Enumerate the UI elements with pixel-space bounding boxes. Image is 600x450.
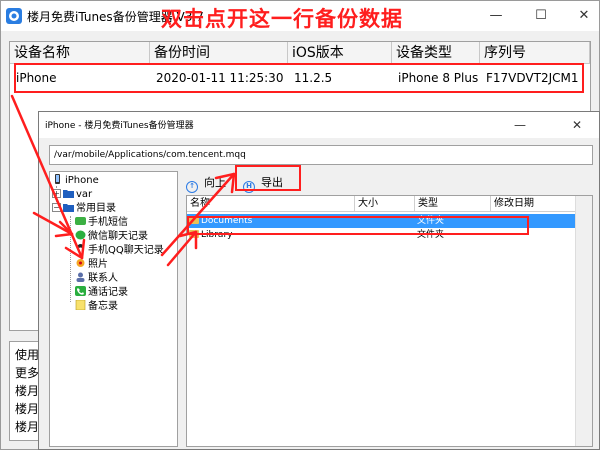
column-header-date[interactable]: 修改日期 [491,196,577,212]
dialog-minimize-button[interactable]: — [506,114,534,136]
tree-node-label: 联系人 [88,273,118,284]
file-list: 名称 大小 类型 修改日期 Documents 文件夹 Library 文件夹 [186,195,593,447]
app-icon [6,8,22,24]
folder-icon [63,190,74,198]
tree-node-label: 备忘录 [88,301,118,312]
tree-node-label: 常用目录 [76,203,116,214]
folder-icon [63,204,74,212]
export-highlight-box [235,165,301,191]
up-button[interactable]: ↑ 向上 [186,174,226,193]
tree-node-label: 手机QQ聊天记录 [88,245,164,256]
folder-tree: iPhone + var − 常用目录 手机短信 微信聊天记录 手机QQ聊天记录 照… [49,171,178,447]
column-header-type[interactable]: 类型 [415,196,491,212]
tree-node-sms[interactable]: 手机短信 [75,216,128,230]
tree-node-var[interactable]: + var [52,188,92,202]
file-highlight-box [187,216,529,235]
dialog-title: iPhone - 楼月免费iTunes备份管理器 [45,121,194,131]
wechat-icon [75,230,86,240]
tree-node-label: 手机短信 [88,217,128,228]
tree-node-label: 微信聊天记录 [88,231,148,242]
maximize-button[interactable]: ☐ [524,5,558,27]
browser-dialog: iPhone - 楼月免费iTunes备份管理器 — ✕ /var/mobile… [38,111,600,450]
tree-node-label: iPhone [65,175,99,186]
tree-node-calls[interactable]: 通话记录 [75,286,128,300]
phone-icon [55,174,60,184]
qq-icon [77,244,84,253]
tree-node-label: 通话记录 [88,287,128,298]
minimize-button[interactable]: — [479,5,513,27]
arrow-up-icon: ↑ [186,181,198,193]
column-header-name[interactable]: 名称 [187,196,355,212]
up-button-label: 向上 [204,176,226,189]
tree-node-notes[interactable]: 备忘录 [75,300,118,314]
expand-icon[interactable]: + [52,189,61,198]
tree-node-common[interactable]: − 常用目录 [52,202,116,216]
column-header-size[interactable]: 大小 [355,196,415,212]
tree-node-contacts[interactable]: 联系人 [75,272,118,286]
notes-icon [75,300,86,310]
row-highlight-box [14,63,584,93]
tree-node-label: 照片 [88,259,108,270]
collapse-icon[interactable]: − [52,203,61,212]
path-bar[interactable]: /var/mobile/Applications/com.tencent.mqq [49,145,593,165]
tree-node-wechat[interactable]: 微信聊天记录 [75,230,148,244]
dialog-titlebar[interactable]: iPhone - 楼月免费iTunes备份管理器 — ✕ [39,112,599,138]
dialog-close-button[interactable]: ✕ [563,114,591,136]
tree-node-photos[interactable]: 照片 [75,258,108,272]
close-button[interactable]: ✕ [567,5,600,27]
vertical-scrollbar[interactable] [575,196,592,446]
photo-icon [76,259,85,267]
phone-call-icon [75,286,86,296]
tree-node-qq[interactable]: 手机QQ聊天记录 [75,244,164,258]
tree-node-label: var [76,189,93,200]
tree-node-root[interactable]: iPhone [52,174,99,188]
contacts-icon [76,272,85,282]
sms-icon [75,217,86,225]
annotation-caption: 双击点开这一行备份数据 [161,7,403,31]
